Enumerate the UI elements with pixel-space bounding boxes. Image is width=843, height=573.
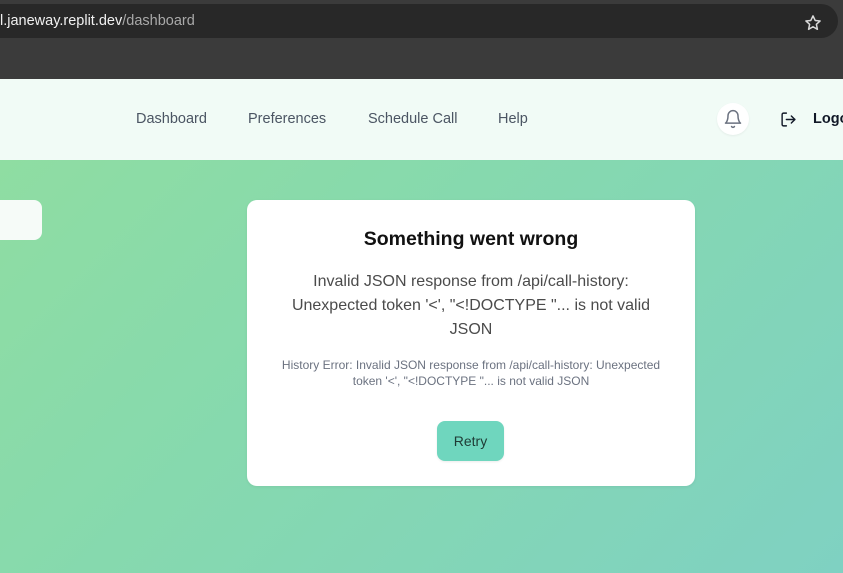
nav-dashboard[interactable]: Dashboard (136, 111, 207, 127)
side-panel-card (0, 200, 42, 240)
logout-button[interactable]: Logo (813, 111, 843, 127)
notification-button[interactable] (717, 103, 749, 135)
retry-button[interactable]: Retry (437, 421, 504, 461)
address-bar[interactable]: l.janeway.replit.dev/dashboard (0, 4, 838, 38)
bell-icon (724, 109, 742, 129)
top-navbar: Dashboard Preferences Schedule Call Help… (0, 79, 843, 161)
main-content: Something went wrong Invalid JSON respon… (0, 160, 843, 573)
error-title: Something went wrong (363, 228, 579, 250)
url-host: l.janeway.replit.dev (0, 13, 123, 29)
error-message: Invalid JSON response from /api/call-his… (291, 273, 651, 338)
url-text[interactable]: l.janeway.replit.dev/dashboard (0, 13, 195, 29)
logout-icon[interactable] (780, 111, 797, 133)
nav-schedule-call[interactable]: Schedule Call (368, 111, 457, 127)
nav-help[interactable]: Help (498, 111, 528, 127)
url-path: /dashboard (122, 13, 195, 29)
error-detail: History Error: Invalid JSON response fro… (281, 358, 661, 388)
star-icon[interactable] (804, 14, 822, 32)
error-card: Something went wrong Invalid JSON respon… (247, 200, 695, 486)
nav-preferences[interactable]: Preferences (248, 111, 326, 127)
browser-chrome: l.janeway.replit.dev/dashboard (0, 0, 843, 79)
